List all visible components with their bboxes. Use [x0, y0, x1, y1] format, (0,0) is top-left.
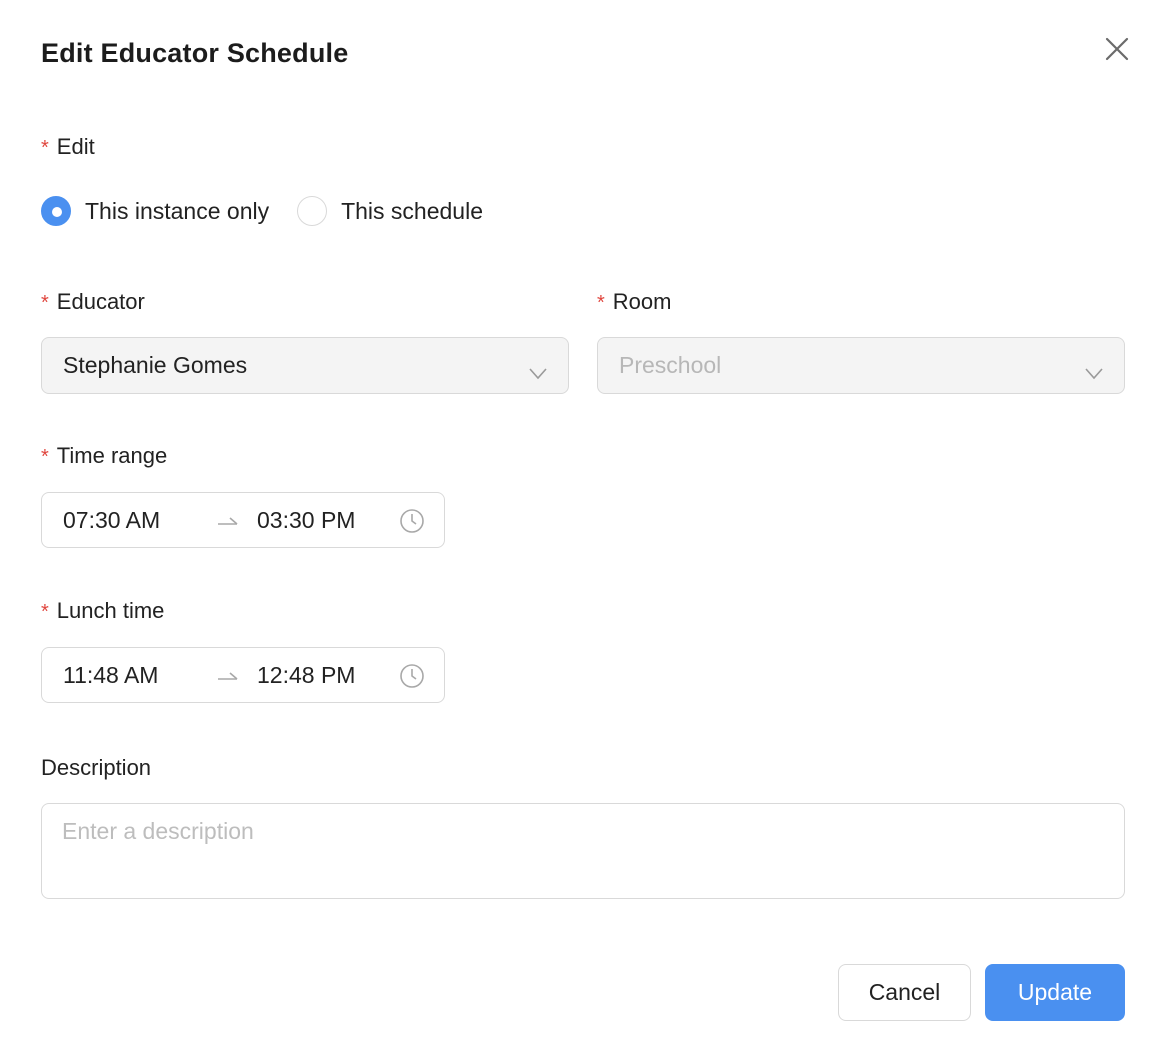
cancel-button[interactable]: Cancel	[838, 964, 971, 1021]
required-mark: *	[597, 292, 605, 314]
educator-label-text: Educator	[56, 289, 145, 314]
clock-icon	[400, 664, 424, 688]
chevron-down-icon	[529, 368, 547, 380]
time-range-label: * Time range	[41, 443, 167, 469]
required-mark: *	[41, 137, 49, 159]
edit-schedule-dialog: Edit Educator Schedule * Edit This instan…	[0, 0, 1166, 1054]
arrow-right-icon	[218, 517, 238, 525]
educator-select[interactable]: Stephanie Gomes	[41, 337, 569, 394]
update-button[interactable]: Update	[985, 964, 1125, 1021]
required-mark: *	[41, 601, 49, 623]
time-range-end[interactable]: 03:30 PM	[257, 507, 355, 534]
lunch-time-label-text: Lunch time	[56, 598, 165, 623]
educator-label: * Educator	[41, 289, 145, 315]
room-label: * Room	[597, 289, 671, 315]
arrow-right-icon	[218, 672, 238, 680]
radio-this-schedule[interactable]: This schedule	[297, 196, 483, 226]
time-range-picker[interactable]: 07:30 AM 03:30 PM	[41, 492, 445, 548]
room-value: Preschool	[619, 352, 722, 378]
time-range-label-text: Time range	[56, 443, 168, 468]
edit-scope-radio-group: This instance only This schedule	[41, 194, 511, 228]
description-textarea[interactable]	[41, 803, 1125, 899]
room-select[interactable]: Preschool	[597, 337, 1125, 394]
lunch-time-label: * Lunch time	[41, 598, 164, 624]
time-range-start[interactable]: 07:30 AM	[63, 507, 160, 534]
dialog-title: Edit Educator Schedule	[41, 38, 349, 68]
chevron-down-icon	[1085, 368, 1103, 380]
description-label: Description	[41, 755, 152, 780]
edit-label: * Edit	[41, 134, 95, 160]
radio-label: This instance only	[85, 197, 270, 224]
lunch-time-picker[interactable]: 11:48 AM 12:48 PM	[41, 647, 445, 703]
radio-label: This schedule	[341, 197, 484, 224]
radio-this-instance-only[interactable]: This instance only	[41, 196, 269, 226]
required-mark: *	[41, 292, 49, 314]
educator-value: Stephanie Gomes	[63, 352, 248, 378]
radio-unchecked-icon	[297, 196, 328, 226]
lunch-time-start[interactable]: 11:48 AM	[63, 662, 158, 689]
close-icon[interactable]	[1100, 32, 1134, 66]
edit-label-text: Edit	[56, 134, 95, 159]
radio-checked-icon	[41, 196, 71, 226]
required-mark: *	[41, 446, 49, 468]
room-label-text: Room	[612, 289, 672, 314]
lunch-time-end[interactable]: 12:48 PM	[257, 662, 355, 689]
clock-icon	[400, 509, 424, 533]
